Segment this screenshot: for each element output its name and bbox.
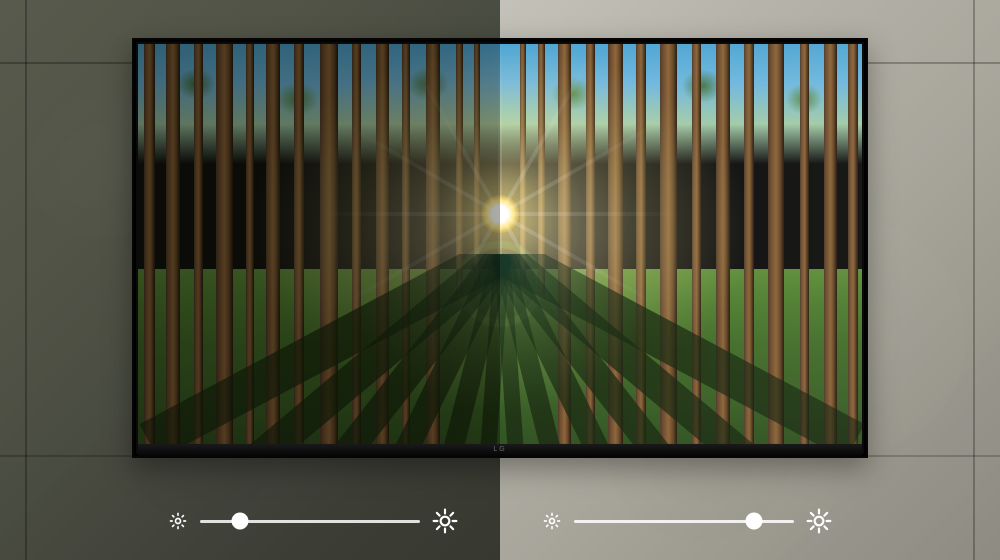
slider-thumb[interactable] bbox=[747, 514, 761, 528]
lens-flare bbox=[455, 239, 545, 329]
brightness-low-icon bbox=[168, 511, 188, 531]
tv-brand-logo: LG bbox=[493, 446, 506, 453]
slider-thumb[interactable] bbox=[233, 514, 247, 528]
tv-bottom-bezel: LG bbox=[138, 444, 862, 456]
tv-frame: LG bbox=[132, 38, 868, 458]
brightness-high-icon bbox=[806, 508, 832, 534]
brightness-slider-bright[interactable] bbox=[542, 508, 832, 534]
slider-track[interactable] bbox=[200, 520, 420, 523]
slider-track[interactable] bbox=[574, 520, 794, 523]
brightness-low-icon bbox=[542, 511, 562, 531]
brightness-slider-dim[interactable] bbox=[168, 508, 458, 534]
brightness-high-icon bbox=[432, 508, 458, 534]
product-shot: LG bbox=[0, 0, 1000, 560]
tv-screen bbox=[138, 44, 862, 444]
